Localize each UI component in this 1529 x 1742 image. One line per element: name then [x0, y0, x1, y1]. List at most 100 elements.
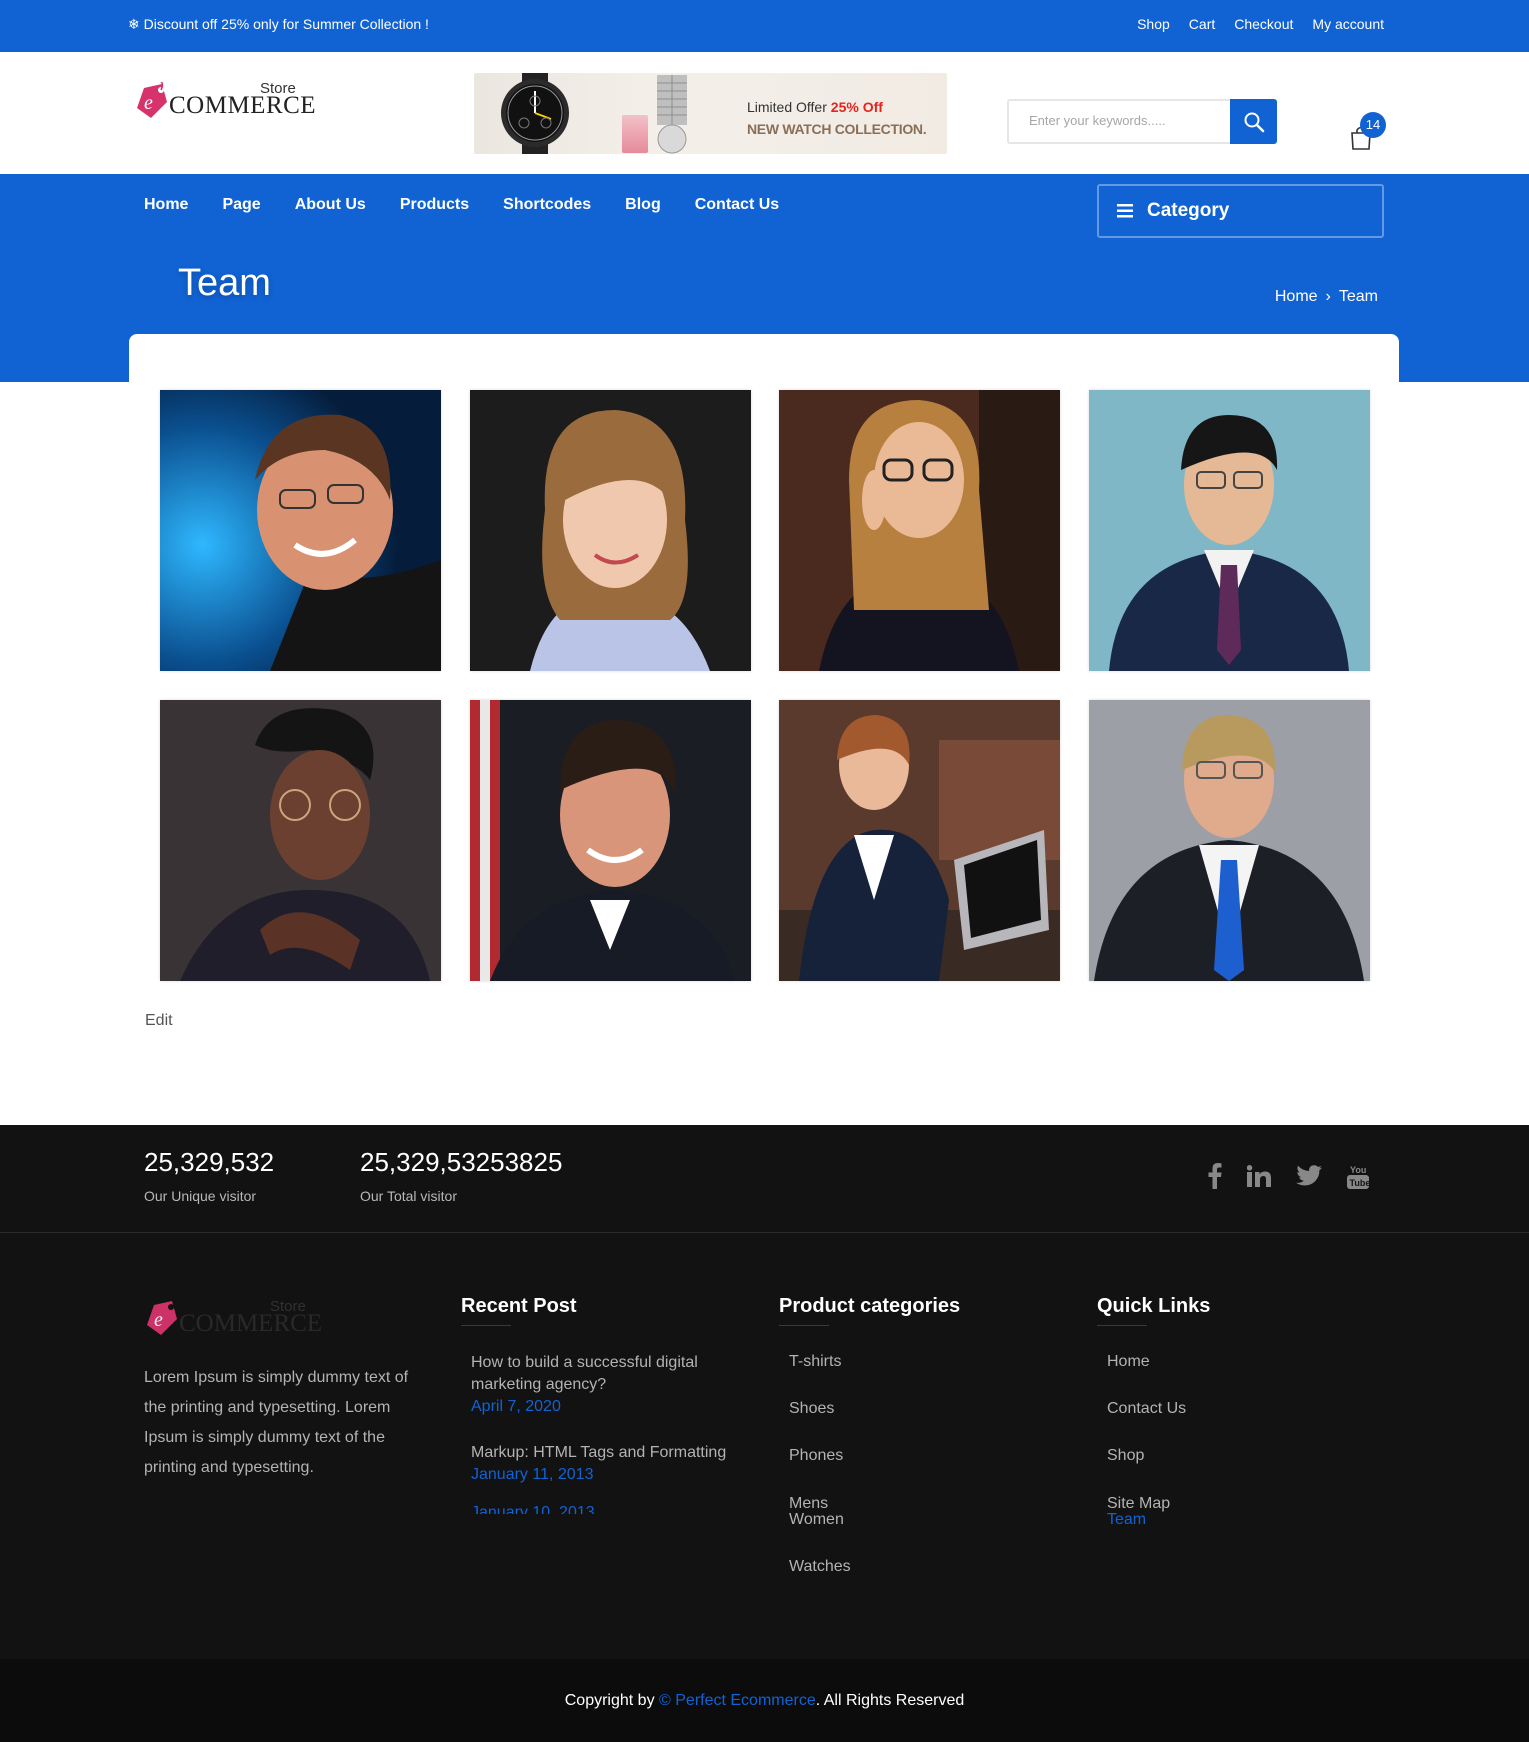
promo-text: ❄ Discount off 25% only for Summer Colle… — [128, 16, 429, 32]
stat-total-visitor: 25,329,53253825 Our Total visitor — [360, 1147, 562, 1204]
breadcrumb-home[interactable]: Home — [1275, 288, 1318, 306]
quick-link-active[interactable]: Team — [1107, 1512, 1210, 1528]
stats-bar: 25,329,532 Our Unique visitor 25,329,532… — [0, 1125, 1529, 1233]
site-logo[interactable]: e Store COMMERCE — [134, 72, 316, 128]
logo-commerce-text: COMMERCE — [169, 92, 317, 119]
banner-offer: Limited Offer 25% Off — [747, 99, 883, 115]
page-title: Team — [178, 262, 271, 304]
post-date[interactable]: April 7, 2020 — [471, 1396, 731, 1418]
cart-count-badge: 14 — [1360, 112, 1386, 138]
column-title: Quick Links — [1097, 1295, 1211, 1317]
nav-item-blog[interactable]: Blog — [625, 196, 661, 214]
site-header: e Store COMMERCE Limited Offer 25% Off N… — [0, 52, 1529, 174]
search-icon — [1244, 112, 1264, 132]
post-title[interactable]: Markup: HTML Tags and Formatting — [471, 1442, 731, 1464]
post-date[interactable]: January 11, 2013 — [471, 1464, 731, 1486]
post-title[interactable]: How to build a successful digital market… — [471, 1352, 731, 1396]
top-bar: ❄ Discount off 25% only for Summer Colle… — [0, 0, 1529, 52]
nav-item-home[interactable]: Home — [144, 196, 188, 214]
facebook-icon[interactable] — [1208, 1163, 1222, 1189]
top-links: Shop Cart Checkout My account — [1137, 16, 1384, 32]
post-date[interactable]: January 10, 2013 — [471, 1502, 731, 1514]
watch-band-image — [657, 75, 687, 154]
youtube-icon[interactable]: You Tube — [1347, 1163, 1369, 1189]
chevron-right-icon: › — [1325, 288, 1331, 305]
page: ❄ Discount off 25% only for Summer Colle… — [0, 0, 1529, 1742]
cart-button[interactable]: 14 — [1349, 112, 1386, 151]
nav-item-shortcodes[interactable]: Shortcodes — [503, 196, 591, 214]
column-title: Product categories — [779, 1295, 961, 1317]
price-tag-icon: e — [137, 82, 167, 118]
team-member-photo[interactable] — [160, 390, 441, 671]
footer-about-text: Lorem Ipsum is simply dummy text of the … — [144, 1369, 409, 1476]
category-link[interactable]: Shoes — [789, 1399, 960, 1419]
search-button[interactable] — [1230, 99, 1277, 144]
category-label: Category — [1147, 200, 1230, 221]
watch-image — [501, 73, 569, 154]
nav-item-products[interactable]: Products — [400, 196, 469, 214]
content-card-top — [129, 334, 1399, 394]
column-title: Recent Post — [461, 1295, 577, 1317]
top-link-shop[interactable]: Shop — [1137, 16, 1170, 32]
copyright-suffix: . All Rights Reserved — [815, 1692, 965, 1709]
quick-link[interactable]: Home — [1107, 1352, 1210, 1372]
banner-subtitle: NEW WATCH COLLECTION. — [747, 121, 927, 137]
category-dropdown[interactable]: Category — [1097, 184, 1384, 238]
nav-item-about-us[interactable]: About Us — [295, 196, 366, 214]
stat-unique-visitor: 25,329,532 Our Unique visitor — [144, 1147, 274, 1204]
stat-number: 25,329,53253825 — [360, 1147, 563, 1177]
breadcrumb: Home › Team — [1275, 288, 1378, 306]
team-member-photo[interactable] — [1089, 700, 1370, 981]
stat-label: Our Total visitor — [360, 1188, 457, 1204]
team-member-photo[interactable] — [470, 700, 751, 981]
svg-text:Tube: Tube — [1350, 1178, 1370, 1188]
category-link[interactable]: T-shirts — [789, 1352, 960, 1372]
nav-item-page[interactable]: Page — [222, 196, 260, 214]
site-footer: e Store COMMERCE Lorem Ipsum is simply d… — [0, 1233, 1529, 1659]
title-underline — [779, 1325, 829, 1326]
team-member-photo[interactable] — [779, 390, 1060, 671]
breadcrumb-current: Team — [1338, 288, 1378, 305]
recent-post-column: Recent Post How to build a successful di… — [461, 1295, 731, 1514]
logo-commerce-text: COMMERCE — [179, 1310, 323, 1337]
price-tag-icon: e — [147, 1301, 177, 1335]
social-links: You Tube — [1208, 1163, 1369, 1189]
team-member-photo[interactable] — [1089, 390, 1370, 671]
category-link[interactable]: Women — [789, 1512, 960, 1528]
svg-text:e: e — [144, 92, 153, 114]
footer-logo[interactable]: e Store COMMERCE — [144, 1293, 322, 1343]
search-input[interactable]: Enter your keywords..... — [1007, 99, 1231, 144]
title-underline — [461, 1325, 511, 1326]
team-member-photo[interactable] — [779, 700, 1060, 981]
top-link-cart[interactable]: Cart — [1189, 16, 1215, 32]
hamburger-icon — [1117, 204, 1133, 218]
category-link[interactable]: Mens — [789, 1496, 960, 1512]
perfume-image — [622, 115, 648, 153]
stat-label: Our Unique visitor — [144, 1188, 257, 1204]
product-categories-column: Product categories T-shirts Shoes Phones… — [779, 1295, 960, 1577]
quick-links-column: Quick Links Home Contact Us Shop Site Ma… — [1097, 1295, 1210, 1528]
quick-link[interactable]: Site Map — [1107, 1496, 1210, 1512]
team-member-photo[interactable] — [160, 700, 441, 981]
nav-item-contact-us[interactable]: Contact Us — [695, 196, 779, 214]
nav-menu: Home Page About Us Products Shortcodes B… — [144, 196, 779, 214]
stat-number: 25,329,532 — [144, 1147, 275, 1177]
copyright-brand-link[interactable]: © Perfect Ecommerce — [659, 1692, 816, 1709]
quick-link[interactable]: Shop — [1107, 1446, 1210, 1466]
quick-link[interactable]: Contact Us — [1107, 1399, 1210, 1419]
top-link-my-account[interactable]: My account — [1312, 16, 1384, 32]
copyright-bar: Copyright by © Perfect Ecommerce. All Ri… — [0, 1659, 1529, 1742]
edit-link[interactable]: Edit — [145, 1012, 173, 1030]
team-member-photo[interactable] — [470, 390, 751, 671]
twitter-icon[interactable] — [1296, 1165, 1322, 1187]
copyright-prefix: Copyright by — [564, 1692, 660, 1709]
svg-text:e: e — [154, 1309, 163, 1331]
category-link[interactable]: Watches — [789, 1557, 960, 1577]
category-link[interactable]: Phones — [789, 1446, 960, 1466]
search-bar: Enter your keywords..... — [1007, 99, 1277, 144]
top-link-checkout[interactable]: Checkout — [1234, 16, 1293, 32]
promo-banner[interactable]: Limited Offer 25% Off NEW WATCH COLLECTI… — [474, 73, 947, 154]
title-underline — [1097, 1325, 1147, 1326]
svg-text:You: You — [1350, 1165, 1366, 1175]
linkedin-icon[interactable] — [1247, 1165, 1271, 1187]
